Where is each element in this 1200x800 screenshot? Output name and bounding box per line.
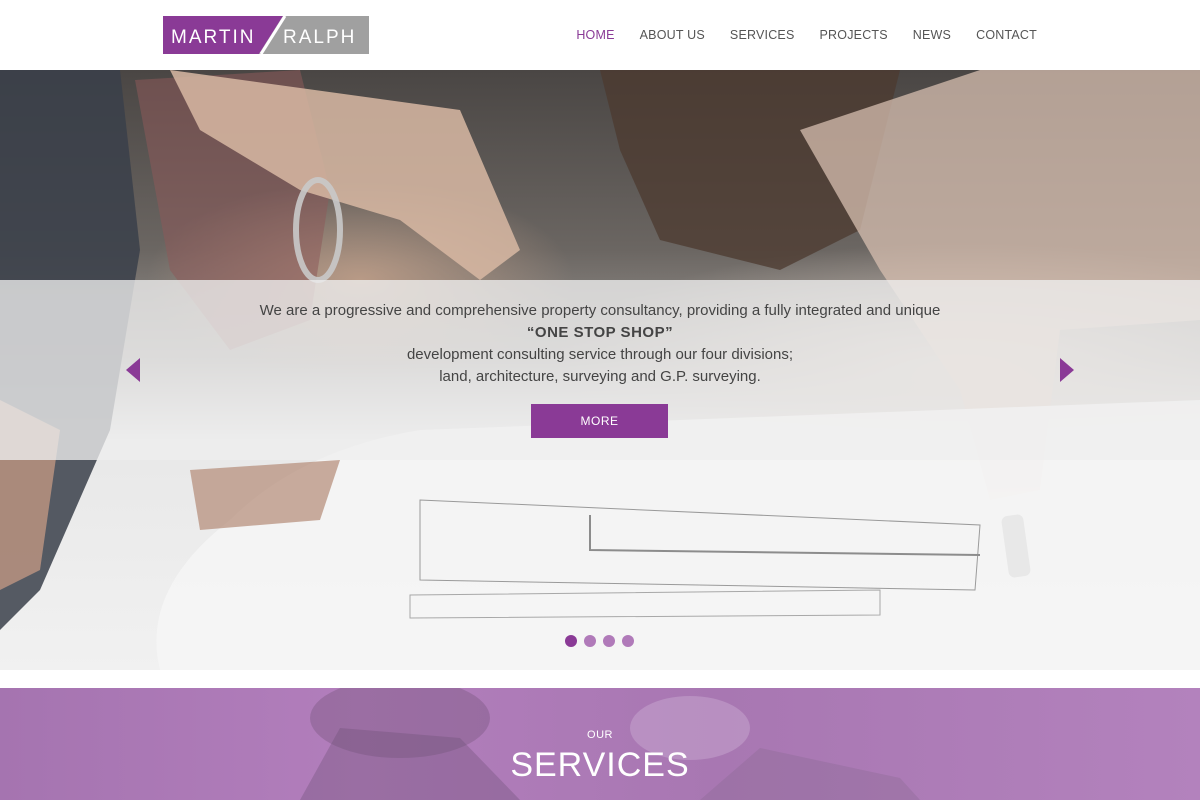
logo[interactable]: MARTIN RALPH bbox=[163, 16, 369, 54]
nav-projects[interactable]: PROJECTS bbox=[820, 28, 888, 42]
main-nav: HOME ABOUT US SERVICES PROJECTS NEWS CON… bbox=[576, 0, 1037, 70]
slider-dot[interactable] bbox=[622, 635, 634, 647]
site-header: MARTIN RALPH HOME ABOUT US SERVICES PROJ… bbox=[0, 0, 1200, 70]
hero-tagline: “ONE STOP SHOP” bbox=[526, 324, 674, 341]
slider-pagination bbox=[565, 635, 634, 647]
nav-about-us[interactable]: ABOUT US bbox=[640, 28, 705, 42]
services-eyebrow: OUR bbox=[587, 729, 613, 741]
nav-news[interactable]: NEWS bbox=[913, 28, 951, 42]
nav-contact[interactable]: CONTACT bbox=[976, 28, 1037, 42]
hero-intro: We are a progressive and comprehensive p… bbox=[0, 300, 1200, 388]
more-button[interactable]: MORE bbox=[531, 404, 668, 438]
slider-dot[interactable] bbox=[603, 635, 615, 647]
logo-right-text: RALPH bbox=[283, 27, 356, 48]
slider-dot[interactable] bbox=[565, 635, 577, 647]
nav-home[interactable]: HOME bbox=[576, 28, 614, 42]
slider-dot[interactable] bbox=[584, 635, 596, 647]
hero-slider: We are a progressive and comprehensive p… bbox=[0, 70, 1200, 670]
hero-line-4: land, architecture, surveying and G.P. s… bbox=[439, 368, 761, 385]
hero-line-3: development consulting service through o… bbox=[406, 346, 794, 363]
hero-line-1: We are a progressive and comprehensive p… bbox=[259, 302, 941, 319]
services-section: OUR SERVICES bbox=[0, 688, 1200, 800]
chevron-right-icon[interactable] bbox=[1060, 358, 1074, 382]
chevron-left-icon[interactable] bbox=[126, 358, 140, 382]
nav-services[interactable]: SERVICES bbox=[730, 28, 795, 42]
services-title: SERVICES bbox=[510, 746, 690, 784]
logo-left-text: MARTIN bbox=[171, 27, 255, 48]
